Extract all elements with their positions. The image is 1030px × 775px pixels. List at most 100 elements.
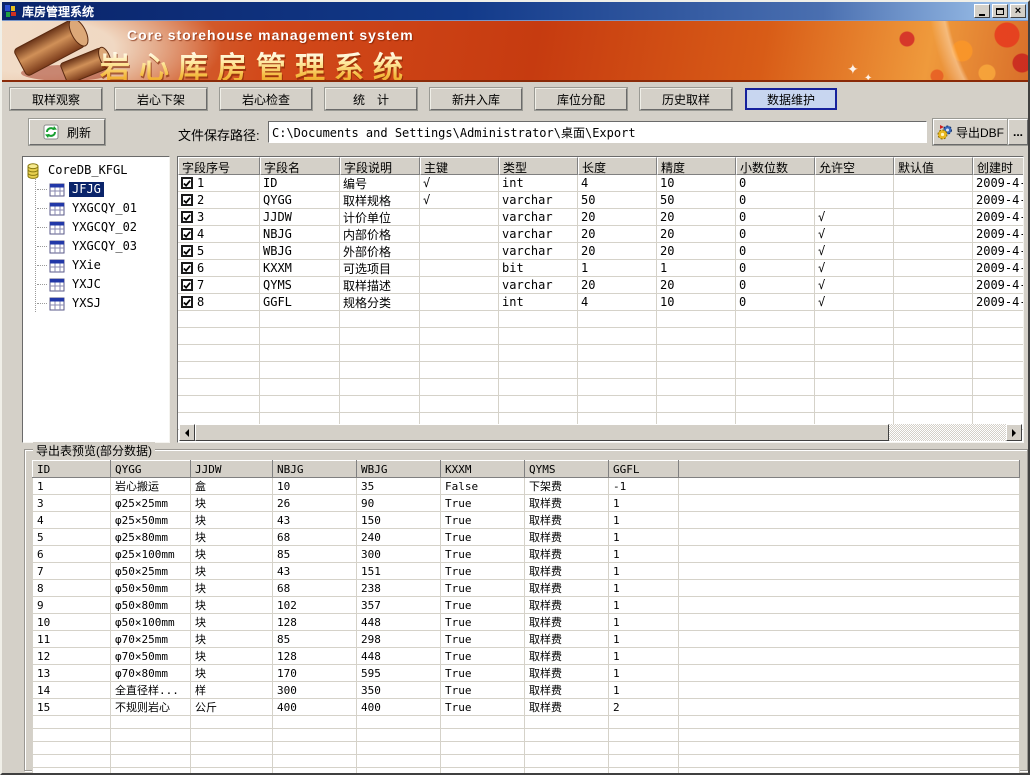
table-row[interactable]: 9φ50×80mm块102357True取样费1	[33, 597, 1020, 614]
tree-root-item[interactable]: CoreDB_KFGL	[25, 161, 169, 180]
column-header-0[interactable]: 字段序号	[178, 157, 260, 175]
refresh-button[interactable]: 刷新	[29, 119, 105, 145]
empty-row	[33, 729, 1020, 742]
preview-column-header-wbjg[interactable]: WBJG	[357, 461, 441, 478]
table-row[interactable]: 8φ50×50mm块68238True取样费1	[33, 580, 1020, 597]
field-checkbox[interactable]	[181, 296, 193, 308]
maximize-button[interactable]	[992, 4, 1008, 18]
table-row[interactable]: 14全直径样...样300350True取样费1	[33, 682, 1020, 699]
toolbar-button-7[interactable]: 历史取样	[640, 88, 732, 110]
column-header-8[interactable]: 允许空	[815, 157, 894, 175]
table-row[interactable]: 8GGFL规格分类int4100√2009-4-	[178, 294, 1023, 311]
tree-item-label: YXGCQY_02	[69, 220, 140, 235]
field-checkbox[interactable]	[181, 279, 193, 291]
banner-subtitle: Core storehouse management system	[127, 27, 414, 43]
tree-item-yxsj[interactable]: YXSJ	[25, 294, 169, 313]
column-header-2[interactable]: 字段说明	[340, 157, 420, 175]
field-checkbox[interactable]	[181, 228, 193, 240]
preview-cell: 5	[33, 529, 111, 546]
preview-column-header-kxxm[interactable]: KXXM	[441, 461, 525, 478]
table-row[interactable]: 4φ25×50mm块43150True取样费1	[33, 512, 1020, 529]
empty-row	[33, 755, 1020, 768]
tree-item-yxgcqy_03[interactable]: YXGCQY_03	[25, 237, 169, 256]
toolbar-button-2[interactable]: 岩心下架	[115, 88, 207, 110]
preview-column-header-qygg[interactable]: QYGG	[111, 461, 191, 478]
table-row[interactable]: 1ID编号√int41002009-4-	[178, 175, 1023, 192]
preview-column-header-jjdw[interactable]: JJDW	[191, 461, 273, 478]
column-header-5[interactable]: 长度	[578, 157, 657, 175]
empty-row	[33, 716, 1020, 729]
scroll-right-button[interactable]	[1006, 424, 1022, 441]
table-row[interactable]: 5φ25×80mm块68240True取样费1	[33, 529, 1020, 546]
table-row[interactable]: 13φ70×80mm块170595True取样费1	[33, 665, 1020, 682]
field-checkbox[interactable]	[181, 245, 193, 257]
preview-cell: 取样费	[525, 631, 609, 648]
column-header-10[interactable]: 创建时	[973, 157, 1024, 175]
table-row[interactable]: 3JJDW计价单位varchar20200√2009-4-	[178, 209, 1023, 226]
table-row[interactable]: 6φ25×100mm块85300True取样费1	[33, 546, 1020, 563]
field-checkbox[interactable]	[181, 211, 193, 223]
table-row[interactable]: 5WBJG外部价格varchar20200√2009-4-	[178, 243, 1023, 260]
column-header-1[interactable]: 字段名	[260, 157, 340, 175]
scroll-left-button[interactable]	[179, 424, 195, 441]
column-header-3[interactable]: 主键	[420, 157, 499, 175]
preview-cell: True	[441, 665, 525, 682]
minimize-button[interactable]	[974, 4, 990, 18]
table-row[interactable]: 7QYMS取样描述varchar20200√2009-4-	[178, 277, 1023, 294]
preview-cell: φ25×100mm	[111, 546, 191, 563]
preview-column-header-id[interactable]: ID	[33, 461, 111, 478]
preview-column-header-nbjg[interactable]: NBJG	[273, 461, 357, 478]
table-icon	[49, 201, 65, 217]
table-row[interactable]: 15不规则岩心公斤400400True取样费2	[33, 699, 1020, 716]
table-row[interactable]: 1岩心搬运盒1035False下架费-1	[33, 478, 1020, 495]
scrollbar-thumb[interactable]	[195, 424, 889, 441]
column-header-7[interactable]: 小数位数	[736, 157, 815, 175]
table-row[interactable]: 10φ50×100mm块128448True取样费1	[33, 614, 1020, 631]
tree-item-yxgcqy_02[interactable]: YXGCQY_02	[25, 218, 169, 237]
toolbar-button-6[interactable]: 库位分配	[535, 88, 627, 110]
toolbar-button-8[interactable]: 数据维护	[745, 88, 837, 110]
preview-cell: 1	[609, 512, 679, 529]
preview-cell: 盒	[191, 478, 273, 495]
toolbar-button-3[interactable]: 岩心检查	[220, 88, 312, 110]
table-row[interactable]: 11φ70×25mm块85298True取样费1	[33, 631, 1020, 648]
horizontal-scrollbar[interactable]	[179, 424, 1022, 441]
table-row[interactable]: 2QYGG取样规格√varchar505002009-4-	[178, 192, 1023, 209]
export-dbf-button[interactable]: 导出DBF	[933, 119, 1008, 145]
field-checkbox[interactable]	[181, 194, 193, 206]
field-checkbox[interactable]	[181, 262, 193, 274]
toolbar-button-1[interactable]: 取样观察	[10, 88, 102, 110]
tree-item-yxgcqy_01[interactable]: YXGCQY_01	[25, 199, 169, 218]
tree-item-yxie[interactable]: YXie	[25, 256, 169, 275]
table-row[interactable]: 6KXXM可选项目bit110√2009-4-	[178, 260, 1023, 277]
field-checkbox[interactable]	[181, 177, 193, 189]
preview-cell: φ50×25mm	[111, 563, 191, 580]
empty-row	[178, 345, 1023, 362]
field-number: 3	[197, 210, 204, 224]
field-cell-pk: √	[420, 175, 499, 192]
close-button[interactable]: ×	[1010, 4, 1026, 18]
field-cell-pk	[420, 294, 499, 311]
table-row[interactable]: 3φ25×25mm块2690True取样费1	[33, 495, 1020, 512]
preview-column-header-ggfl[interactable]: GGFL	[609, 461, 679, 478]
check-icon	[183, 281, 191, 290]
tree-root-label: CoreDB_KFGL	[45, 163, 130, 178]
toolbar-button-4[interactable]: 统 计	[325, 88, 417, 110]
column-header-4[interactable]: 类型	[499, 157, 578, 175]
tree-item-yxjc[interactable]: YXJC	[25, 275, 169, 294]
check-icon	[183, 298, 191, 307]
preview-cell: 128	[273, 614, 357, 631]
browse-more-button[interactable]: ...	[1008, 119, 1028, 145]
save-path-input[interactable]	[268, 121, 927, 143]
table-row[interactable]: 12φ70×50mm块128448True取样费1	[33, 648, 1020, 665]
toolbar-button-5[interactable]: 新井入库	[430, 88, 522, 110]
column-header-6[interactable]: 精度	[657, 157, 736, 175]
preview-cell: 1	[609, 631, 679, 648]
table-row[interactable]: 7φ50×25mm块43151True取样费1	[33, 563, 1020, 580]
tree-item-jfjg[interactable]: JFJG	[25, 180, 169, 199]
preview-cell: -1	[609, 478, 679, 495]
column-header-9[interactable]: 默认值	[894, 157, 973, 175]
preview-column-header-qyms[interactable]: QYMS	[525, 461, 609, 478]
table-row[interactable]: 4NBJG内部价格varchar20200√2009-4-	[178, 226, 1023, 243]
preview-cell: False	[441, 478, 525, 495]
